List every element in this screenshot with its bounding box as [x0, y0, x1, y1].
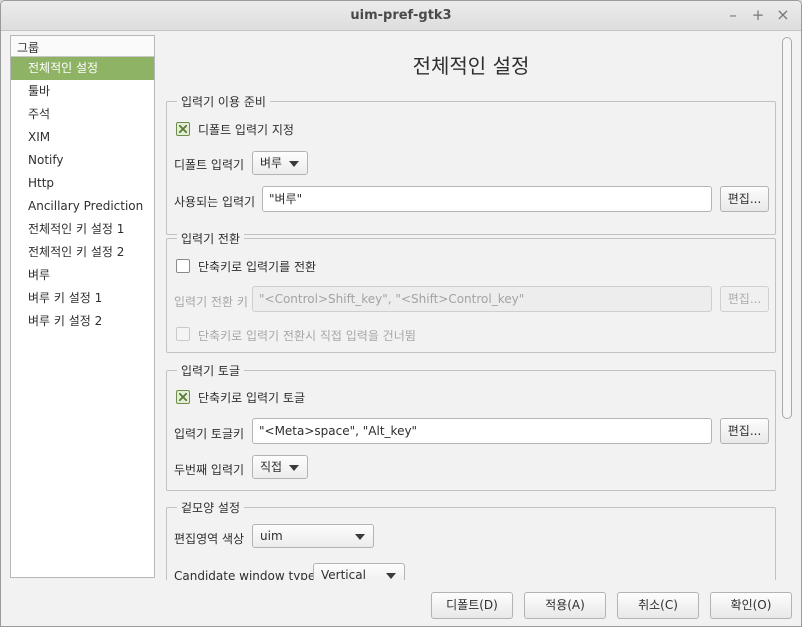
chevron-down-icon [289, 161, 299, 167]
toggle-key-label: 입력기 토글키 [174, 427, 245, 441]
toggle-key-field[interactable]: "<Meta>space", "Alt_key" [252, 418, 712, 444]
sidebar-item-ancillary-prediction[interactable]: Ancillary Prediction [11, 195, 154, 218]
candidate-type-select[interactable]: Vertical [313, 563, 405, 580]
im-switch-frame: 입력기 전환 단축키로 입력기를 전환 입력기 전환 키 "<Control>S… [166, 230, 776, 353]
apply-button[interactable]: 적용(A) [524, 592, 606, 619]
settings-pane: 전체적인 설정 입력기 이용 준비 디폴트 입력기 지정 디폴트 입력기 벼루 … [166, 35, 776, 580]
frame-legend: 겉모양 설정 [177, 499, 245, 516]
default-im-check-label: 디폴트 입력기 지정 [198, 123, 294, 137]
sidebar-item-global-keys-1[interactable]: 전체적인 키 설정 1 [11, 218, 154, 241]
default-im-select[interactable]: 벼루 [252, 151, 308, 175]
title-bar[interactable]: uim-pref-gtk3 – + × [1, 1, 801, 31]
switch-im-checkbox[interactable] [176, 259, 190, 273]
group-sidebar: 그룹 전체적인 설정 툴바 주석 XIM Notify Http Ancilla… [10, 35, 155, 578]
defaults-button[interactable]: 디폴트(D) [431, 592, 513, 619]
enabled-ims-field[interactable]: "벼루" [262, 186, 712, 212]
ok-button[interactable]: 확인(O) [710, 592, 792, 619]
appearance-frame: 겉모양 설정 편집영역 색상 uim Candidate window type… [166, 499, 776, 580]
sidebar-item-http[interactable]: Http [11, 172, 154, 195]
minimize-icon[interactable]: – [723, 5, 743, 25]
default-im-checkbox[interactable] [176, 122, 190, 136]
enabled-ims-edit-button[interactable]: 편집... [720, 186, 769, 212]
skip-direct-check-label: 단축키로 입력기 전환시 직접 입력을 건너뜀 [198, 329, 416, 343]
chevron-down-icon [386, 573, 396, 579]
settings-scrollbar[interactable] [781, 35, 793, 580]
sidebar-item-global-keys-2[interactable]: 전체적인 키 설정 2 [11, 241, 154, 264]
switch-im-check-label: 단축키로 입력기를 전환 [198, 260, 317, 274]
cancel-button[interactable]: 취소(C) [617, 592, 699, 619]
frame-legend: 입력기 전환 [177, 230, 245, 247]
enabled-ims-label: 사용되는 입력기 [174, 195, 256, 209]
maximize-icon[interactable]: + [748, 5, 768, 25]
sidebar-item-annotation[interactable]: 주석 [11, 103, 154, 126]
sidebar-item-byeoru-keys-1[interactable]: 벼루 키 설정 1 [11, 287, 154, 310]
default-im-label: 디폴트 입력기 [174, 158, 245, 172]
sidebar-item-xim[interactable]: XIM [11, 126, 154, 149]
frame-legend: 입력기 이용 준비 [177, 93, 270, 110]
toggle-key-edit-button[interactable]: 편집... [720, 418, 769, 444]
sidebar-item-byeoru-keys-2[interactable]: 벼루 키 설정 2 [11, 310, 154, 333]
frame-legend: 입력기 토글 [177, 362, 245, 379]
preedit-color-select-value: uim [260, 529, 283, 543]
page-title: 전체적인 설정 [412, 54, 530, 78]
sidebar-item-global[interactable]: 전체적인 설정 [11, 57, 154, 80]
close-icon[interactable]: × [773, 5, 793, 25]
default-im-select-value: 벼루 [260, 156, 283, 170]
second-im-label: 두번째 입력기 [174, 463, 245, 477]
chevron-down-icon [289, 465, 299, 471]
sidebar-item-byeoru[interactable]: 벼루 [11, 264, 154, 287]
switch-key-label: 입력기 전환 키 [174, 295, 248, 309]
candidate-type-label: Candidate window type [174, 569, 316, 580]
second-im-select-value: 직접 [260, 460, 283, 474]
preedit-color-select[interactable]: uim [252, 524, 374, 548]
sidebar-item-notify[interactable]: Notify [11, 149, 154, 172]
im-toggle-frame: 입력기 토글 단축키로 입력기 토글 입력기 토글키 "<Meta>space"… [166, 362, 776, 491]
chevron-down-icon [355, 534, 365, 540]
main-window: uim-pref-gtk3 – + × 그룹 전체적인 설정 툴바 주석 XIM… [0, 0, 802, 627]
im-prep-frame: 입력기 이용 준비 디폴트 입력기 지정 디폴트 입력기 벼루 사용되는 입력기… [166, 93, 776, 235]
sidebar-header[interactable]: 그룹 [11, 36, 154, 57]
window-title: uim-pref-gtk3 [350, 8, 452, 23]
switch-key-field[interactable]: "<Control>Shift_key", "<Shift>Control_ke… [252, 286, 712, 312]
sidebar-item-toolbar[interactable]: 툴바 [11, 80, 154, 103]
candidate-type-select-value: Vertical [321, 568, 366, 580]
switch-key-edit-button[interactable]: 편집... [720, 286, 769, 312]
preedit-color-label: 편집영역 색상 [174, 532, 245, 546]
scrollbar-thumb[interactable] [782, 37, 792, 419]
toggle-im-check-label: 단축키로 입력기 토글 [198, 391, 305, 405]
toggle-im-checkbox[interactable] [176, 390, 190, 404]
skip-direct-checkbox[interactable] [176, 327, 190, 341]
second-im-select[interactable]: 직접 [252, 455, 308, 479]
